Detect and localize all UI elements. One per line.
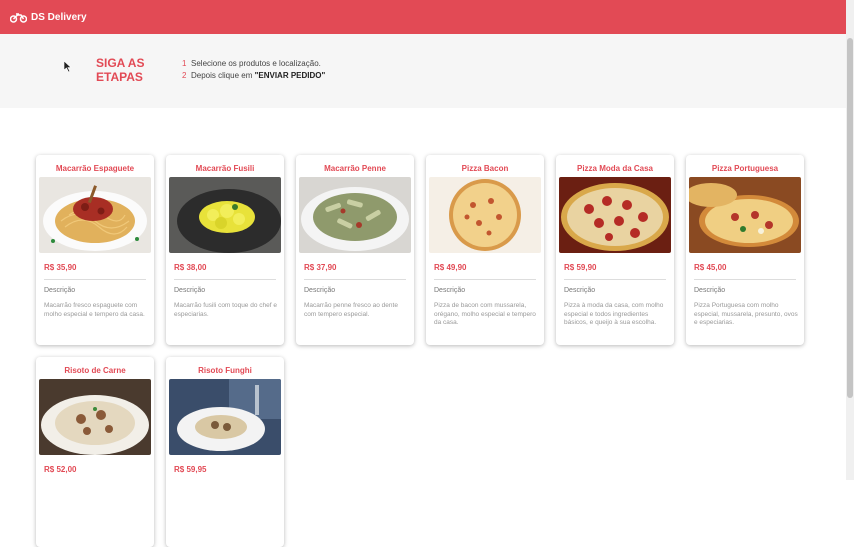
product-card[interactable]: Risoto de Carne R$ 52,00 — [36, 357, 154, 547]
product-name: Pizza Moda da Casa — [576, 164, 654, 173]
steps-list: 1 Selecione os produtos e localização. 2… — [182, 58, 325, 82]
step-number: 1 — [182, 59, 187, 68]
product-description-label: Descrição — [44, 287, 76, 294]
scrollbar-thumb[interactable] — [847, 38, 853, 398]
product-name: Pizza Portuguesa — [711, 164, 779, 173]
brand-link[interactable]: DS Delivery — [10, 11, 87, 23]
product-card[interactable]: Risoto Funghi R$ 59,95 — [166, 357, 284, 547]
product-card[interactable]: Pizza Bacon R$ 49,90 Descrição Pizza de … — [426, 155, 544, 345]
product-price: R$ 35,90 — [44, 263, 77, 272]
product-price: R$ 59,95 — [174, 465, 207, 474]
product-name: Macarrão Penne — [324, 164, 386, 173]
product-price: R$ 52,00 — [44, 465, 77, 474]
product-description-label: Descrição — [174, 287, 206, 294]
page-scrollbar[interactable] — [846, 0, 854, 480]
product-image — [689, 177, 801, 253]
product-description: Macarrão fresco espaguete com molho espe… — [44, 302, 145, 318]
card-divider — [174, 279, 276, 280]
card-divider — [44, 279, 146, 280]
product-image — [429, 177, 541, 253]
card-divider — [434, 279, 536, 280]
brand-name: DS Delivery — [31, 11, 87, 23]
product-description-label: Descrição — [434, 287, 466, 294]
product-name: Pizza Bacon — [461, 164, 509, 173]
product-name: Macarrão Fusili — [195, 164, 255, 173]
product-price: R$ 59,90 — [564, 263, 597, 272]
step-number: 2 — [182, 71, 187, 80]
product-description-label: Descrição — [694, 287, 726, 294]
product-card[interactable]: Macarrão Penne R$ 37,90 Descrição Macarr… — [296, 155, 414, 345]
product-image — [559, 177, 671, 253]
product-description: Pizza à moda da casa, com molho especial… — [564, 302, 664, 326]
product-image — [299, 177, 411, 253]
product-description: Macarrão fusili com toque do chef e espe… — [174, 302, 277, 318]
card-divider — [694, 279, 796, 280]
product-price: R$ 38,00 — [174, 263, 207, 272]
product-description: Pizza Portuguesa com molho especial, mus… — [694, 302, 798, 326]
mouse-cursor-icon — [64, 61, 72, 72]
navbar: DS Delivery — [0, 0, 846, 34]
product-price: R$ 45,00 — [694, 263, 727, 272]
product-card[interactable]: Pizza Portuguesa R$ 45,00 Descrição Pizz… — [686, 155, 804, 345]
product-image — [169, 177, 281, 253]
step-item: 1 Selecione os produtos e localização. — [182, 58, 325, 70]
product-image — [169, 379, 281, 455]
product-description: Pizza de bacon com mussarela, orégano, m… — [434, 302, 536, 326]
product-description-label: Descrição — [564, 287, 596, 294]
product-name: Risoto de Carne — [64, 366, 126, 375]
step-item: 2 Depois clique em "ENVIAR PEDIDO" — [182, 70, 325, 82]
card-divider — [564, 279, 666, 280]
product-card[interactable]: Macarrão Espaguete R$ 35,90 Descrição Ma… — [36, 155, 154, 345]
product-price: R$ 49,90 — [434, 263, 467, 272]
product-name: Macarrão Espaguete — [55, 164, 135, 173]
product-description: Macarrão penne fresco ao dente com tempe… — [304, 302, 398, 318]
product-card[interactable]: Pizza Moda da Casa R$ 59,90 Descrição Pi… — [556, 155, 674, 345]
product-card[interactable]: Macarrão Fusili R$ 38,00 Descrição Macar… — [166, 155, 284, 345]
product-price: R$ 37,90 — [304, 263, 337, 272]
motorcycle-icon — [10, 13, 27, 23]
card-divider — [304, 279, 406, 280]
step-emphasis: "ENVIAR PEDIDO" — [254, 71, 326, 80]
product-name: Risoto Funghi — [198, 366, 252, 375]
step-text: Selecione os produtos e localização. — [191, 59, 321, 68]
product-image — [39, 379, 151, 455]
order-steps-section: SIGA AS ETAPAS 1 Selecione os produtos e… — [0, 34, 846, 108]
product-image — [39, 177, 151, 253]
steps-title: SIGA AS ETAPAS — [96, 56, 145, 84]
product-description-label: Descrição — [304, 287, 336, 294]
step-text: Depois clique em — [191, 71, 255, 80]
